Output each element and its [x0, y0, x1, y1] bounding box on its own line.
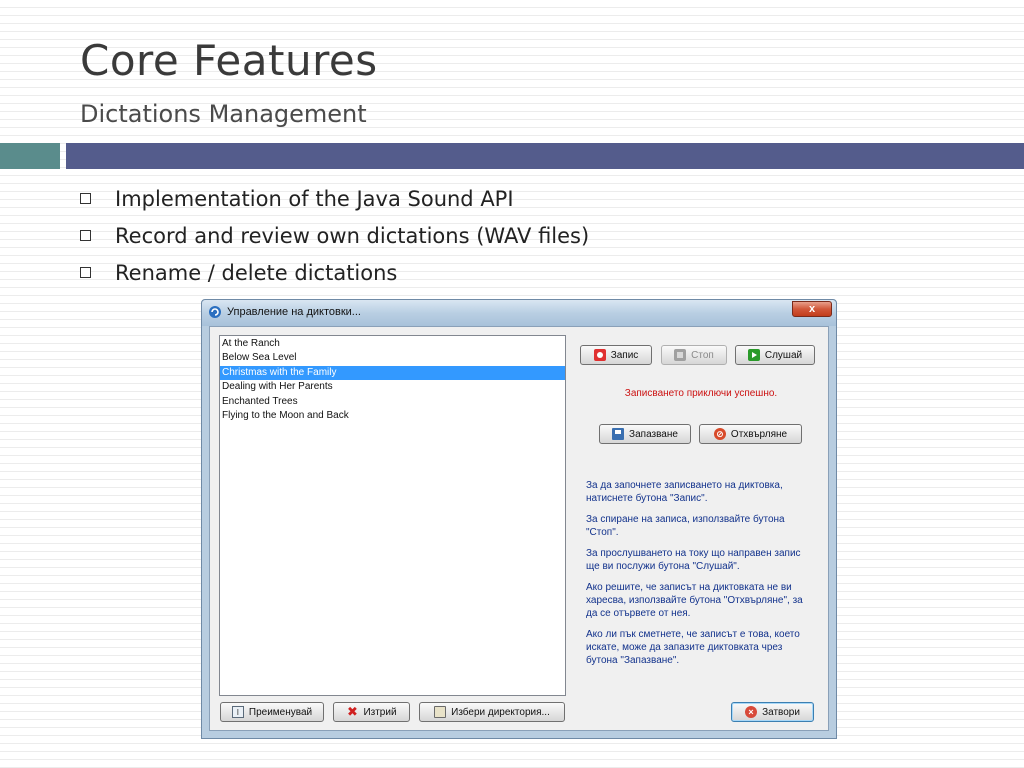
stop-button[interactable]: Стоп: [661, 345, 727, 365]
help-paragraph: Ако ли пък сметнете, че записът е това, …: [586, 629, 800, 666]
square-bullet-icon: [80, 230, 91, 241]
delete-button-label: Изтрий: [363, 706, 397, 718]
play-button[interactable]: Слушай: [735, 345, 815, 365]
app-icon: [209, 306, 221, 318]
reject-button[interactable]: ⊘ Отхвърляне: [699, 424, 802, 444]
stop-icon: [674, 349, 687, 361]
close-button[interactable]: × Затвори: [731, 702, 814, 722]
record-button[interactable]: Запис: [580, 345, 652, 365]
bullet-item: Rename / delete dictations: [80, 254, 589, 291]
list-item[interactable]: Flying to the Moon and Back: [220, 409, 565, 423]
square-bullet-icon: [80, 193, 91, 204]
floppy-disk-icon: [612, 428, 625, 440]
status-message: Записването приключи успешно.: [624, 388, 778, 399]
window-titlebar[interactable]: Управление на диктовки... x: [202, 300, 836, 326]
help-paragraph: За прослушването на току що направен зап…: [586, 548, 801, 572]
delete-button[interactable]: ✖ Изтрий: [333, 702, 410, 722]
record-button-label: Запис: [610, 349, 639, 361]
list-item[interactable]: At the Ranch: [220, 337, 565, 351]
folder-icon: [434, 706, 447, 718]
help-paragraph: За спиране на записа, използвайте бутона…: [586, 514, 785, 538]
window-close-button[interactable]: x: [792, 301, 832, 317]
list-item[interactable]: Dealing with Her Parents: [220, 380, 565, 394]
delete-x-icon: ✖: [347, 704, 358, 719]
window-client-area: At the Ranch Below Sea Level Christmas w…: [209, 326, 829, 731]
bullet-text: Record and review own dictations (WAV fi…: [115, 223, 590, 248]
list-item-selected[interactable]: Christmas with the Family: [220, 365, 565, 381]
square-bullet-icon: [80, 267, 91, 278]
list-item[interactable]: Below Sea Level: [220, 351, 565, 365]
help-paragraph: За да започнете записването на диктовка,…: [586, 480, 783, 504]
close-icon: ×: [745, 706, 758, 718]
window-title: Управление на диктовки...: [227, 306, 361, 318]
slide-subtitle: Dictations Management: [80, 100, 367, 128]
close-button-label: Затвори: [762, 706, 800, 718]
list-item[interactable]: Enchanted Trees: [220, 395, 565, 409]
bullet-item: Implementation of the Java Sound API: [80, 180, 589, 217]
help-paragraph: Ако решите, че записът на диктовката не …: [586, 582, 803, 619]
rename-button[interactable]: I Преименувай: [220, 702, 324, 722]
choose-directory-button[interactable]: Избери директория...: [419, 702, 565, 722]
dictations-window: Управление на диктовки... x At the Ranch…: [201, 299, 837, 739]
bullet-list: Implementation of the Java Sound API Rec…: [80, 180, 589, 291]
rename-icon: I: [231, 706, 244, 718]
play-icon: [747, 349, 760, 361]
save-button-label: Запазване: [629, 428, 678, 440]
dictations-list[interactable]: At the Ranch Below Sea Level Christmas w…: [219, 335, 566, 696]
slide-title: Core Features: [80, 36, 378, 85]
reject-icon: ⊘: [713, 428, 726, 440]
record-icon: [593, 349, 606, 361]
play-button-label: Слушай: [764, 349, 803, 361]
save-button[interactable]: Запазване: [599, 424, 691, 444]
stop-button-label: Стоп: [691, 349, 714, 361]
accent-band: [66, 143, 1024, 169]
bullet-item: Record and review own dictations (WAV fi…: [80, 217, 589, 254]
accent-band-left: [0, 143, 60, 169]
rename-button-label: Преименувай: [248, 706, 313, 718]
bullet-text: Rename / delete dictations: [115, 260, 398, 285]
help-text: За да започнете записването на диктовка,…: [586, 479, 816, 675]
bullet-text: Implementation of the Java Sound API: [115, 186, 514, 211]
reject-button-label: Отхвърляне: [730, 428, 788, 440]
choose-directory-button-label: Избери директория...: [451, 706, 550, 718]
